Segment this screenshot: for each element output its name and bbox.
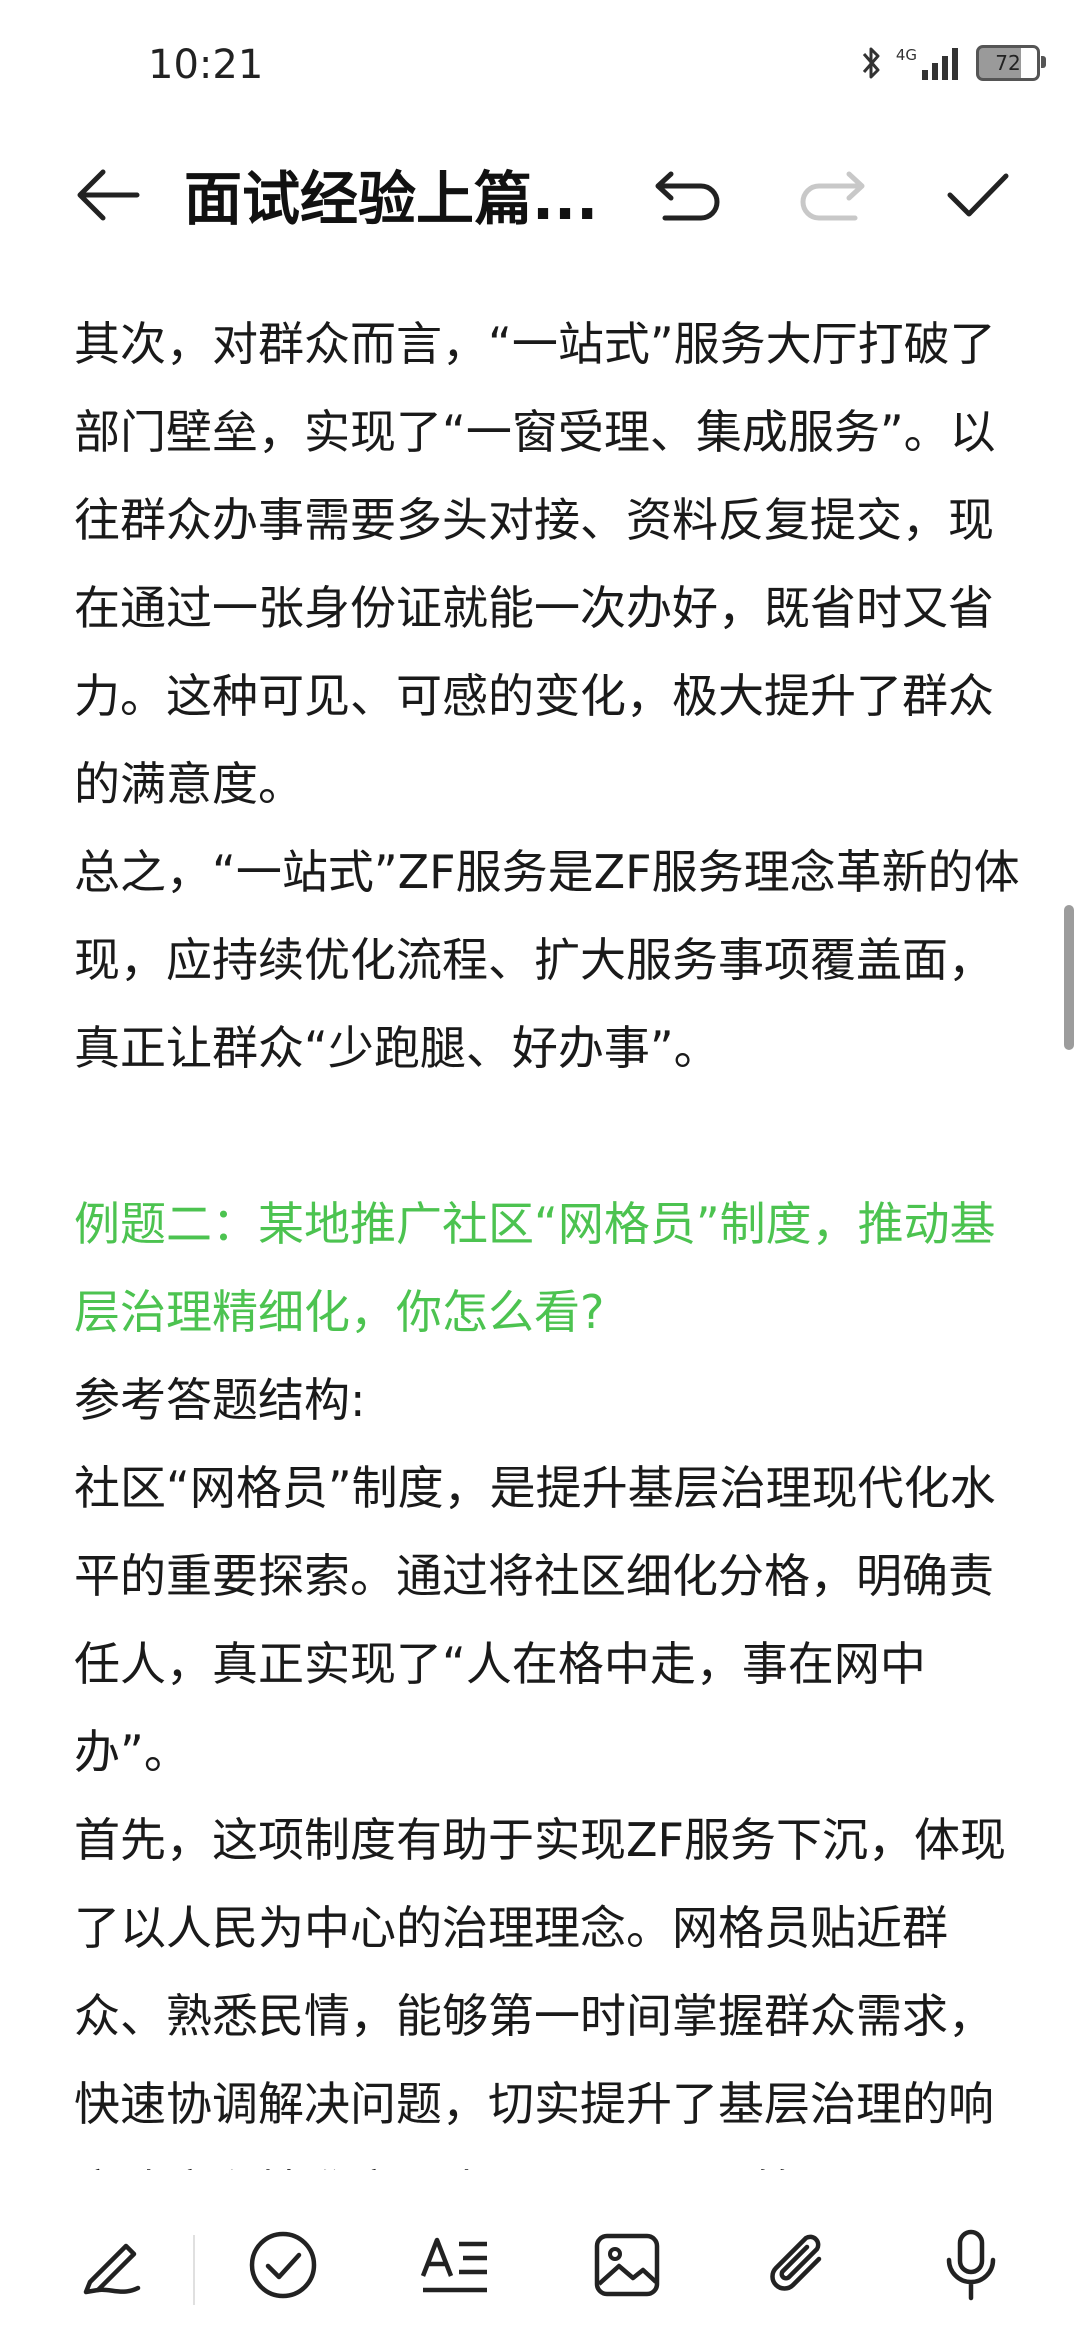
- paragraph: 总之，“一站式”ZF服务是ZF服务理念革新的体现，应持续优化流程、扩大服务事项覆…: [74, 845, 1020, 1075]
- note-title[interactable]: 面试经验上篇...: [184, 152, 624, 236]
- paragraph: 首先，这项制度有助于实现ZF服务下沉，体现了以人民为中心的治理理念。网格员贴近群…: [74, 1813, 1006, 2170]
- bottom-toolbar: [0, 2190, 1080, 2340]
- checklist-icon: [247, 2229, 319, 2301]
- paragraph: 其次，对群众而言，“一站式”服务大厅打破了部门壁垒，实现了“一窗受理、集成服务”…: [74, 317, 996, 811]
- battery-level: 72: [995, 51, 1021, 75]
- text-format-button[interactable]: [410, 2220, 500, 2310]
- done-button[interactable]: [938, 155, 1018, 235]
- status-bar: 10:21 4G 72: [0, 0, 1080, 130]
- check-icon: [945, 168, 1011, 222]
- attachment-button[interactable]: [754, 2220, 844, 2310]
- voice-input-button[interactable]: [926, 2220, 1016, 2310]
- handwriting-button[interactable]: [66, 2220, 156, 2310]
- redo-button[interactable]: [792, 155, 872, 235]
- network-type: 4G: [895, 46, 917, 64]
- undo-button[interactable]: [648, 155, 728, 235]
- paragraph: 社区“网格员”制度，是提升基层治理现代化水平的重要探索。通过将社区细化分格，明确…: [74, 1461, 996, 1779]
- insert-image-button[interactable]: [582, 2220, 672, 2310]
- arrow-left-icon: [75, 167, 141, 223]
- question-heading: 例题二：某地推广社区“网格员”制度，推动基层治理精细化，你怎么看?: [74, 1197, 996, 1339]
- signal-icon: 4G: [896, 46, 964, 80]
- note-body[interactable]: 其次，对群众而言，“一站式”服务大厅打破了部门壁垒，实现了“一窗受理、集成服务”…: [74, 300, 1024, 2170]
- attachment-icon: [765, 2229, 833, 2301]
- status-time: 10:21: [148, 42, 264, 88]
- pen-icon: [76, 2230, 146, 2300]
- back-button[interactable]: [68, 155, 148, 235]
- battery-icon: 72: [976, 45, 1046, 81]
- scrollbar-thumb[interactable]: [1064, 905, 1074, 1050]
- paragraph: 参考答题结构:: [74, 1373, 366, 1427]
- undo-icon: [653, 168, 723, 222]
- image-icon: [593, 2232, 661, 2298]
- toolbar-divider: [193, 2235, 195, 2305]
- text-format-icon: [419, 2232, 491, 2298]
- redo-icon: [797, 168, 867, 222]
- microphone-icon: [943, 2228, 999, 2302]
- checklist-button[interactable]: [238, 2220, 328, 2310]
- bluetooth-icon: [860, 44, 884, 82]
- status-icons: 4G 72: [860, 44, 1046, 82]
